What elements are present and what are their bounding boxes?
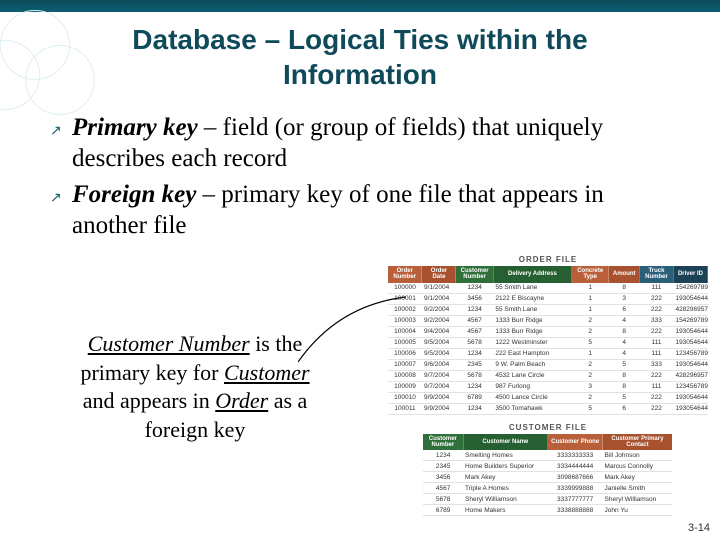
bullet-primary-key: ↗ Primary key – field (or group of field… [50,112,680,175]
column-header: Customer Primary Contact [603,434,673,451]
bullet-arrow-icon: ↗ [50,112,72,140]
table-row: 1000039/2/200445671333 Burr Ridge2433315… [388,315,708,326]
column-header: Customer Phone [548,434,603,451]
customer-file-label: CUSTOMER FILE [423,423,673,432]
table-row: 1234Smelting Homes3333333333Bill Johnson [423,450,672,461]
order-file-label: ORDER FILE [388,255,708,264]
bullet-foreign-key: ↗ Foreign key – primary key of one file … [50,179,680,242]
table-row: 1000029/2/2004123455 Smith Lane162224282… [388,304,708,315]
bullet-list: ↗ Primary key – field (or group of field… [50,112,680,241]
column-header: Order Date [422,266,456,283]
slide-title: Database – Logical Ties within the Infor… [60,22,660,92]
term: Foreign key [72,181,196,208]
column-header: Driver ID [673,266,707,283]
column-header: Customer Name [463,434,548,451]
table-row: 6789Home Makers3338888888John Yu [423,505,672,516]
table-row: 1000069/5/20041234222 East Hampton141111… [388,348,708,359]
table-row: 1000119/9/200412343500 Tomahawk562221930… [388,403,708,414]
table-row: 5678Sheryl Williamson3337777777Sheryl Wi… [423,494,672,505]
database-figure: ORDER FILE Order NumberOrder DateCustome… [388,255,708,516]
page-number: 3-14 [688,522,710,534]
top-accent-bar [0,0,720,12]
bullet-arrow-icon: ↗ [50,179,72,207]
table-row: 3456Mark Akey3098687666Mark Akey [423,472,672,483]
table-row: 1000019/1/200434562122 E Biscayne1322219… [388,293,708,304]
table-row: 1000109/9/200467894500 Lance Circle25222… [388,392,708,403]
table-row: 1000049/4/200445671333 Burr Ridge2822219… [388,326,708,337]
column-header: Order Number [388,266,422,283]
table-row: 1000099/7/20041234987 Furlong38111123456… [388,381,708,392]
customer-table: Customer NumberCustomer NameCustomer Pho… [423,434,673,517]
column-header: Delivery Address [493,266,571,283]
table-row: 1000079/6/200423459 W. Palm Beach2533319… [388,359,708,370]
table-row: 1000089/7/200456784532 Lane Circle282224… [388,370,708,381]
column-header: Customer Number [423,434,463,451]
table-row: 1000009/1/2004123455 Smith Lane181111542… [388,283,708,294]
table-row: 1000059/5/200456781222 Westminster541111… [388,337,708,348]
table-row: 4567Triple A Homes3339999888Janielle Smi… [423,483,672,494]
order-table: Order NumberOrder DateCustomer NumberDel… [388,266,708,415]
column-header: Concrete Type [572,266,609,283]
table-row: 2345Home Builders Superior3334444444Marc… [423,461,672,472]
column-header: Amount [609,266,640,283]
column-header: Customer Number [456,266,493,283]
column-header: Truck Number [639,266,673,283]
term: Primary key [72,114,198,141]
caption-text: Customer Number is the primary key for C… [70,330,320,444]
